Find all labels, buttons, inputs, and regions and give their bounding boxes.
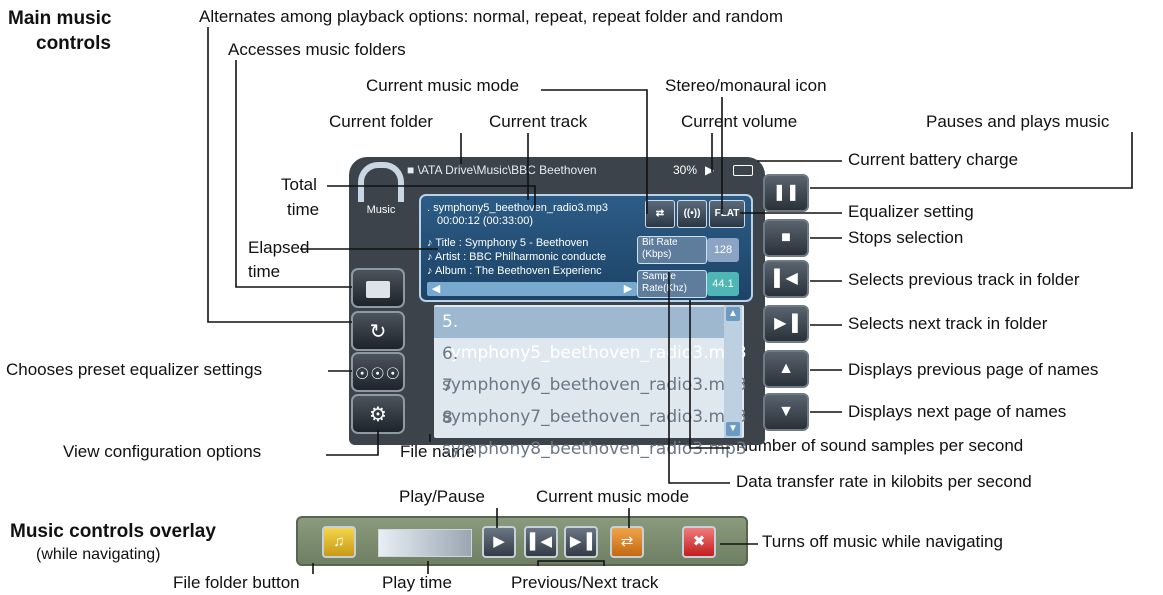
leader-samples	[689, 300, 730, 449]
leader-transfer	[668, 272, 730, 484]
leader-folders	[235, 60, 352, 288]
leader-pause	[810, 132, 1133, 189]
leader-mode	[541, 89, 648, 214]
leader-config	[326, 430, 379, 456]
leader-total-time	[327, 185, 536, 210]
leader-lines	[207, 27, 1133, 574]
leader-alternates	[207, 27, 352, 323]
leader-ov-prevnext	[537, 560, 605, 566]
